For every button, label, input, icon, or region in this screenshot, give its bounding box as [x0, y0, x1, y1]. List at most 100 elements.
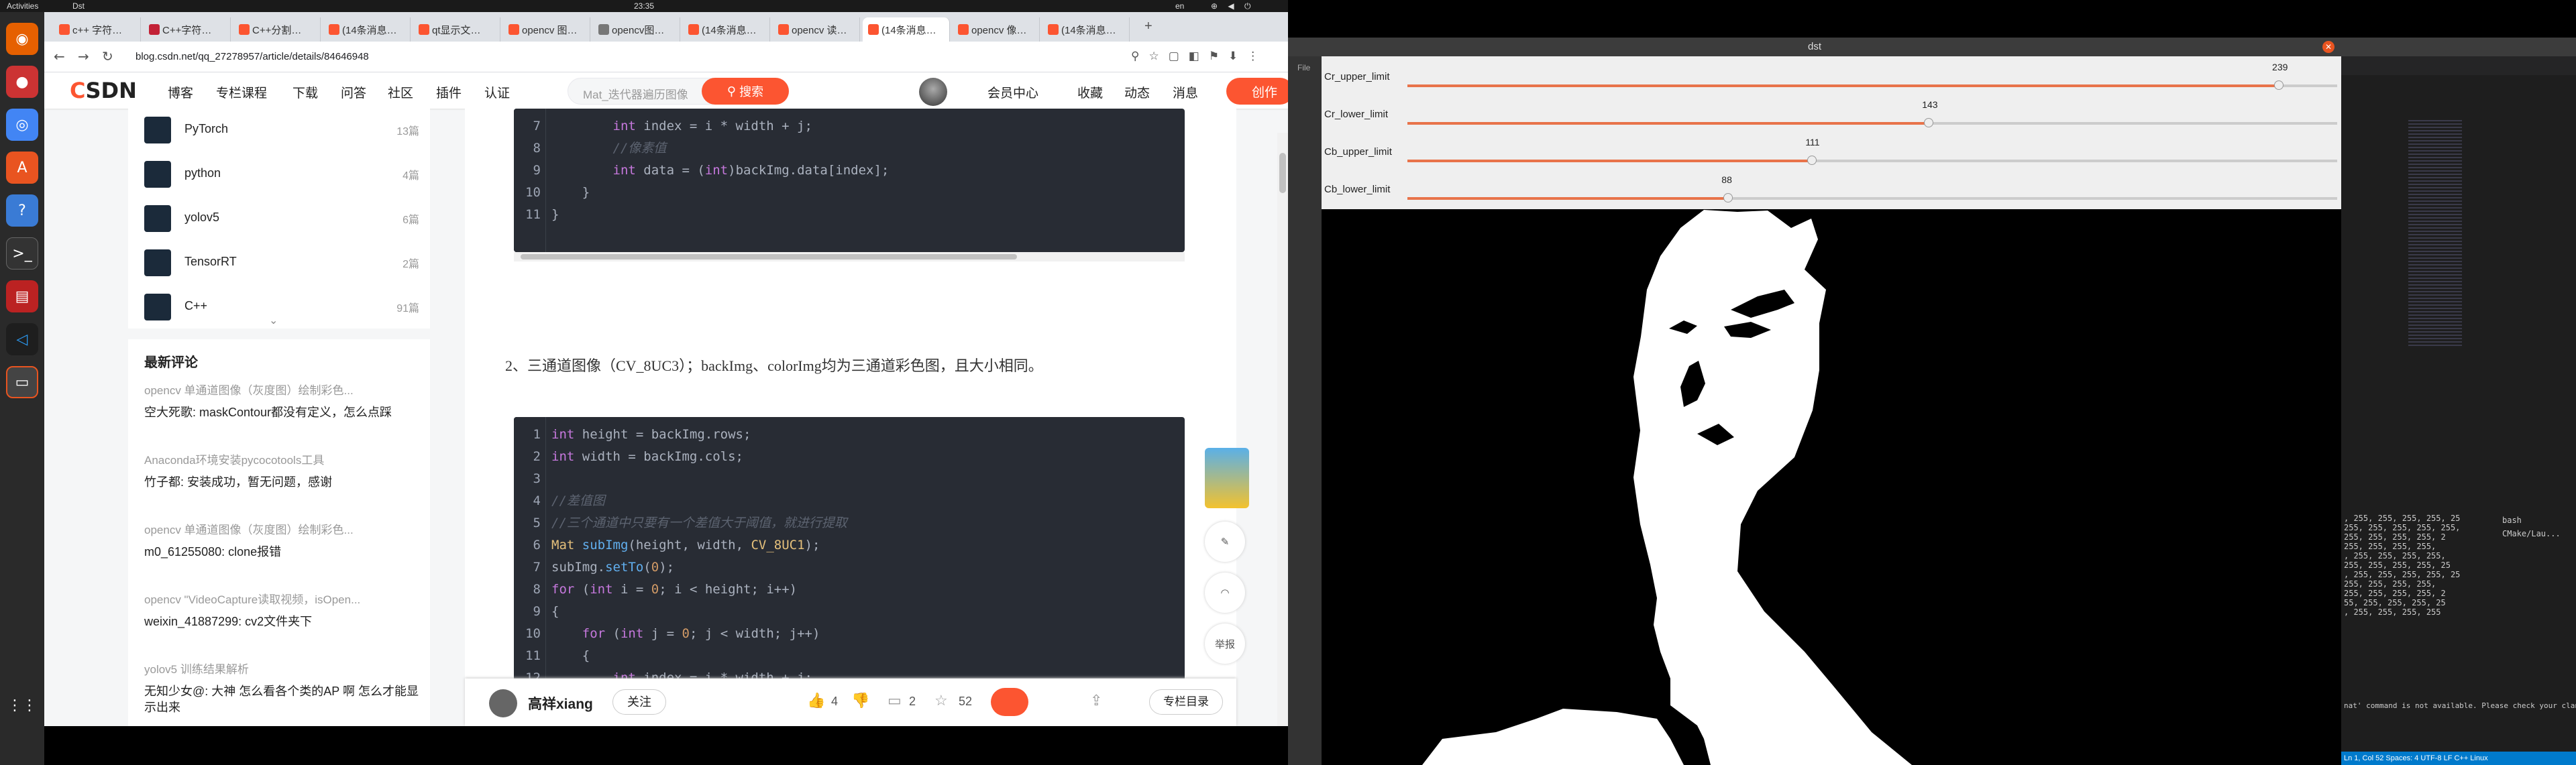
nav-item-2[interactable]: 下载 — [292, 83, 318, 101]
trackbar-handle[interactable] — [1723, 193, 1733, 202]
column-item[interactable]: TensorRT 2篇 — [144, 249, 419, 276]
nav-item-0[interactable]: 博客 — [168, 83, 193, 101]
show-apps-icon[interactable]: ⋮⋮ — [6, 689, 38, 721]
active-app-name[interactable]: Dst — [72, 1, 85, 11]
terminal-panel[interactable]: , 255, 255, 255, 255, 25 255, 255, 255, 2… — [2341, 507, 2576, 765]
tab-5[interactable]: opencv 图… — [503, 17, 590, 42]
software-center-icon[interactable]: A — [6, 152, 38, 184]
clock[interactable]: 23:35 — [604, 1, 684, 11]
trackbar-track[interactable] — [1407, 118, 2337, 127]
search-button[interactable]: ⚲ 搜索 — [702, 78, 789, 105]
tab-3[interactable]: (14条消息… — [323, 17, 411, 42]
editor-area[interactable] — [2341, 111, 2576, 500]
terminal-tab[interactable]: bash — [2502, 514, 2561, 527]
tab-4[interactable]: qt显示文… — [413, 17, 500, 42]
column-item[interactable]: PyTorch 13篇 — [144, 117, 419, 143]
forward-icon[interactable]: → — [78, 48, 89, 64]
activities-button[interactable]: Activities — [7, 1, 38, 11]
reward-icon[interactable] — [991, 688, 1028, 716]
terminal-tab[interactable]: CMake/Lau... — [2502, 527, 2561, 540]
terminal-red-icon[interactable]: ▤ — [6, 280, 38, 312]
vscode-icon[interactable]: ◁ — [6, 323, 38, 355]
header-link-0[interactable]: 会员中心 — [987, 83, 1038, 101]
tab-1[interactable]: C++字符… — [144, 17, 231, 42]
tab-8[interactable]: opencv 读… — [773, 17, 860, 42]
csdn-logo[interactable]: CSDN — [70, 78, 137, 103]
tab-7[interactable]: (14条消息… — [683, 17, 770, 42]
comment-item[interactable]: opencv 单通道图像（灰度图）绘制彩色... m0_61255080: clo… — [144, 520, 419, 560]
create-button[interactable]: 创作 — [1226, 78, 1288, 105]
toc-button[interactable]: 专栏目录 — [1149, 689, 1223, 715]
comment-topic[interactable]: yolov5 训练结果解析 — [144, 660, 419, 676]
tab-2[interactable]: C++分割… — [233, 17, 321, 42]
comment-icon[interactable]: ▭ — [888, 692, 902, 709]
dislike-icon[interactable]: 👎 — [851, 692, 869, 709]
tab-11[interactable]: (14条消息… — [1042, 17, 1130, 42]
dst-window-icon[interactable]: ▭ — [6, 366, 38, 398]
code-block-1[interactable]: 7 int index = i * width + j; 8 //像素值 9 int… — [514, 109, 1185, 252]
extension-icons[interactable]: ⚲☆▢◧⚑⬇⋮ — [1131, 50, 1268, 63]
headset-icon[interactable]: ◠ — [1205, 573, 1245, 613]
comment-item[interactable]: yolov5 训练结果解析 无知少女@: 大神 怎么看各个类的AP 啊 怎么才能显… — [144, 660, 419, 715]
file-menu[interactable]: File — [1297, 63, 1310, 72]
help-icon[interactable]: ? — [6, 194, 38, 227]
close-icon[interactable]: ✕ — [2322, 41, 2334, 53]
nav-item-3[interactable]: 问答 — [341, 83, 366, 101]
report-button[interactable]: 举报 — [1205, 624, 1245, 664]
tab-10[interactable]: opencv 像… — [953, 17, 1040, 42]
comment-topic[interactable]: opencv 单通道图像（灰度图）绘制彩色... — [144, 381, 419, 398]
write-icon[interactable]: ✎ — [1205, 522, 1245, 562]
trackbar-track[interactable] — [1407, 156, 2337, 165]
share-icon[interactable]: ⇪ — [1090, 692, 1102, 709]
column-item[interactable]: yolov5 6篇 — [144, 205, 419, 232]
tab-6[interactable]: opencv图… — [593, 17, 680, 42]
header-link-3[interactable]: 消息 — [1173, 83, 1198, 101]
system-tray-icons[interactable]: ⊕ ◀ ⏻ — [1211, 1, 1254, 11]
star-icon[interactable]: ☆ — [934, 692, 948, 709]
tab-9[interactable]: (14条消息… — [863, 17, 950, 42]
trackbar-handle[interactable] — [2274, 80, 2284, 90]
nav-item-6[interactable]: 认证 — [484, 83, 510, 101]
app-red-icon[interactable]: ● — [6, 66, 38, 98]
trackbar-handle[interactable] — [1924, 118, 1934, 127]
column-item[interactable]: C++ 91篇 — [144, 294, 419, 320]
address-bar[interactable]: blog.csdn.net/qq_27278957/article/detail… — [136, 51, 369, 62]
author-name[interactable]: 高祥xiang — [528, 693, 593, 713]
terminal-icon[interactable]: >_ — [6, 237, 38, 270]
trackbar-cb-upper-limit[interactable]: Cb_upper_limit 111 — [1322, 137, 2341, 174]
avatar[interactable] — [919, 78, 947, 106]
code-scrollbar[interactable] — [514, 252, 1185, 261]
comment-item[interactable]: Anaconda环境安装pycocotools工具 竹子都: 安装成功，暂无问题，… — [144, 451, 419, 490]
trackbar-cr-upper-limit[interactable]: Cr_upper_limit 239 — [1322, 62, 2341, 99]
comment-topic[interactable]: opencv "VideoCapture读取视频，isOpen... — [144, 590, 419, 607]
column-item[interactable]: python 4篇 — [144, 161, 419, 188]
reload-icon[interactable]: ↻ — [102, 48, 113, 64]
trackbar-handle[interactable] — [1807, 156, 1817, 165]
back-icon[interactable]: ← — [54, 48, 65, 64]
follow-button[interactable]: 关注 — [612, 689, 666, 715]
page-scrollbar[interactable] — [1277, 133, 1288, 726]
header-link-2[interactable]: 动态 — [1124, 83, 1150, 101]
search-box[interactable]: Mat_迭代器遍历图像 ⚲ 搜索 — [568, 78, 789, 105]
ad-image[interactable] — [1205, 448, 1249, 508]
comment-item[interactable]: opencv 单通道图像（灰度图）绘制彩色... 空大死歌: maskContou… — [144, 381, 419, 420]
search-input[interactable]: Mat_迭代器遍历图像 — [583, 85, 688, 102]
comment-topic[interactable]: Anaconda环境安装pycocotools工具 — [144, 451, 419, 467]
nav-item-5[interactable]: 插件 — [436, 83, 462, 101]
new-tab-icon[interactable]: + — [1144, 19, 1152, 34]
like-icon[interactable]: 👍 — [807, 692, 825, 709]
trackbar-cb-lower-limit[interactable]: Cb_lower_limit 88 — [1322, 174, 2341, 212]
minimap[interactable] — [2408, 118, 2462, 346]
trackbar-cr-lower-limit[interactable]: Cr_lower_limit 143 — [1322, 99, 2341, 137]
comment-topic[interactable]: opencv 单通道图像（灰度图）绘制彩色... — [144, 520, 419, 537]
author-avatar[interactable] — [489, 689, 517, 717]
trackbar-track[interactable] — [1407, 193, 2337, 202]
comment-item[interactable]: opencv "VideoCapture读取视频，isOpen... weixin… — [144, 590, 419, 630]
header-link-1[interactable]: 收藏 — [1077, 83, 1103, 101]
chevron-down-icon[interactable]: ⌄ — [269, 314, 278, 327]
trackbar-track[interactable] — [1407, 80, 2337, 90]
tab-0[interactable]: c++ 字符… — [54, 17, 141, 42]
firefox-icon[interactable]: ◉ — [6, 23, 38, 55]
nav-item-1[interactable]: 专栏课程 — [216, 83, 267, 101]
chrome-icon[interactable]: ◎ — [6, 109, 38, 141]
